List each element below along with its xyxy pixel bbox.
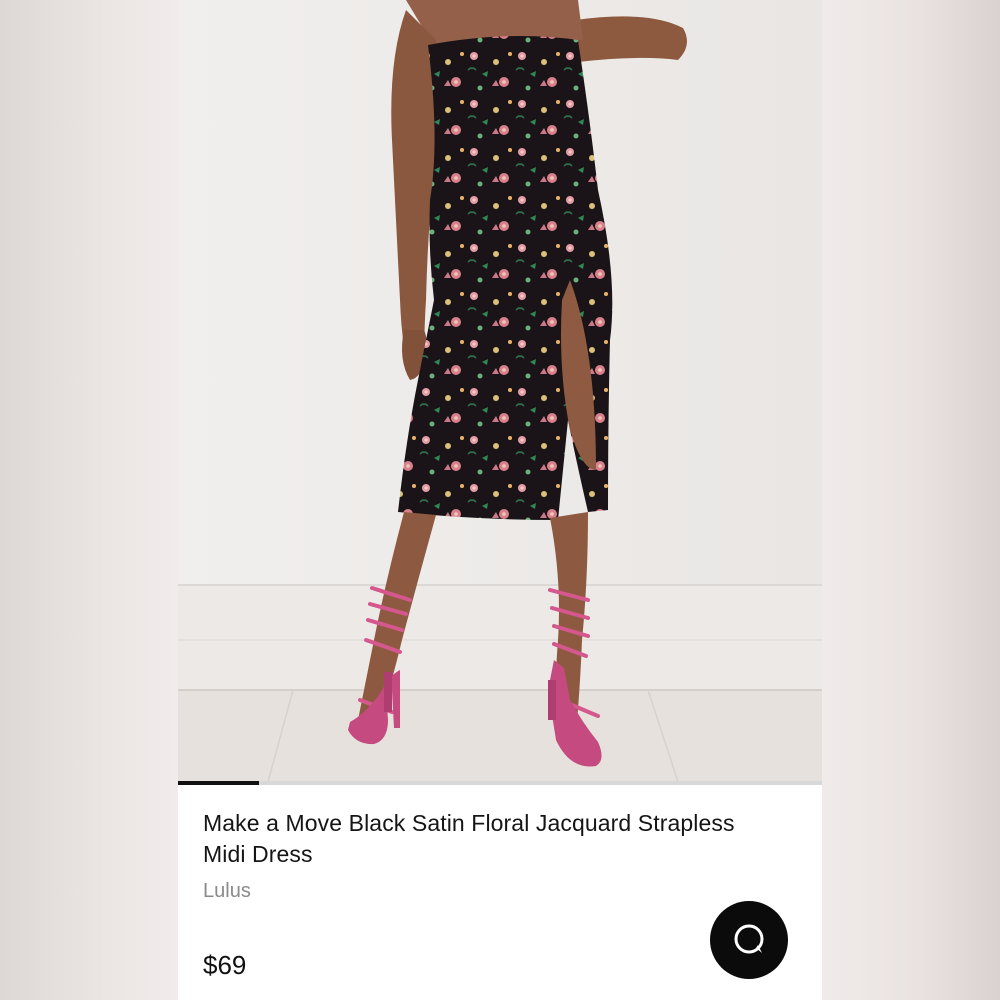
chat-bubble-icon bbox=[734, 924, 764, 954]
product-title[interactable]: Make a Move Black Satin Floral Jacquard … bbox=[203, 808, 763, 870]
chat-button[interactable] bbox=[710, 901, 788, 979]
background-left bbox=[0, 0, 178, 1000]
product-card[interactable]: Make a Move Black Satin Floral Jacquard … bbox=[178, 0, 822, 1000]
background-right bbox=[822, 0, 1000, 1000]
product-photo-illustration bbox=[178, 0, 822, 782]
product-price: $69 bbox=[203, 950, 247, 980]
gallery-progress-fill bbox=[178, 781, 259, 785]
product-image[interactable] bbox=[178, 0, 822, 782]
gallery-progress-track bbox=[178, 781, 822, 785]
product-brand[interactable]: Lulus bbox=[203, 880, 251, 903]
